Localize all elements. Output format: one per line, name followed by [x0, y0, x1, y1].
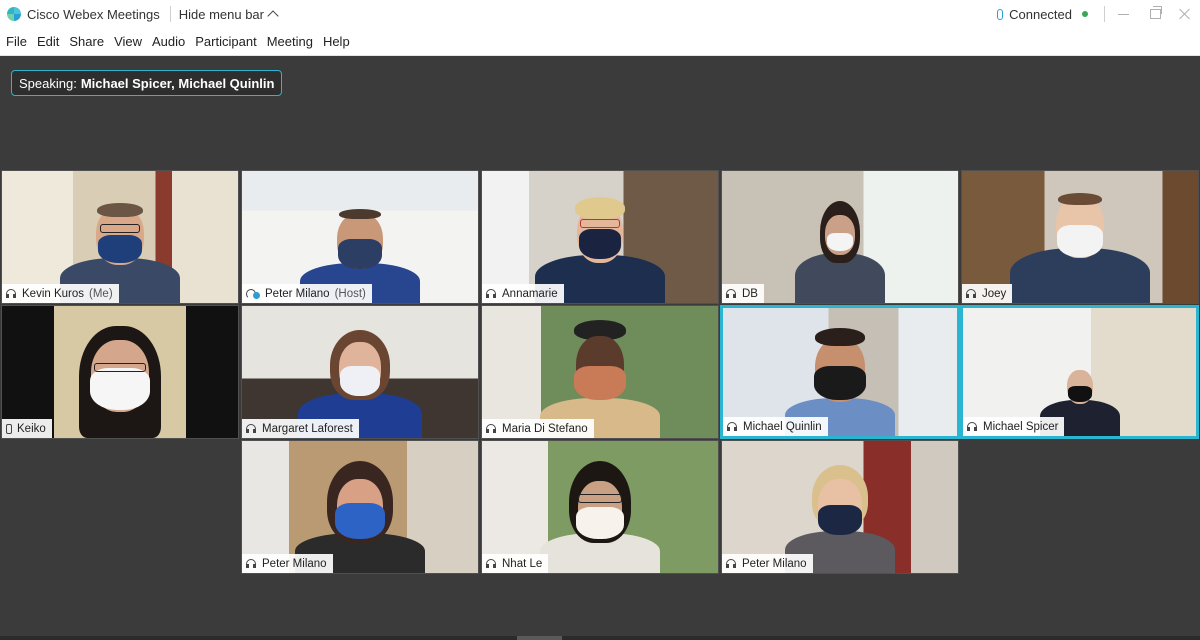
- participant-name: Maria Di Stefano: [502, 422, 588, 435]
- participant-name: Michael Spicer: [983, 420, 1059, 433]
- participant-video: [1010, 171, 1150, 303]
- participant-role: (Host): [334, 287, 366, 300]
- participant-name: Margaret Laforest: [262, 422, 353, 435]
- headset-icon: [486, 558, 497, 569]
- bottom-edge: [0, 636, 1200, 640]
- hide-menu-bar-label: Hide menu bar: [178, 6, 264, 22]
- participant-video: [55, 306, 185, 438]
- headset-icon: [726, 558, 737, 569]
- participant-name-label: Annamarie: [482, 284, 564, 303]
- minimize-button[interactable]: [1108, 0, 1138, 28]
- participant-name: Nhat Le: [502, 557, 543, 570]
- participant-name-label: Peter Milano: [722, 554, 813, 573]
- hide-menu-bar-button[interactable]: Hide menu bar: [178, 6, 279, 22]
- menu-bar: File Edit Share View Audio Participant M…: [0, 28, 1200, 56]
- menu-participant[interactable]: Participant: [190, 34, 261, 49]
- participant-role: (Me): [89, 287, 113, 300]
- status-dot-icon: [1082, 11, 1088, 17]
- participant-name: Keiko: [17, 422, 46, 435]
- participant-name: Peter Milano: [265, 287, 330, 300]
- menu-edit[interactable]: Edit: [32, 34, 64, 49]
- webex-logo-icon: [7, 7, 21, 21]
- speaking-names: Michael Spicer, Michael Quinlin: [80, 75, 275, 91]
- speaking-prefix: Speaking:: [19, 75, 77, 91]
- menu-view[interactable]: View: [109, 34, 147, 49]
- participant-name: Peter Milano: [262, 557, 327, 570]
- participant-name-label: Keiko: [2, 419, 52, 438]
- chevron-up-icon: [267, 10, 279, 22]
- video-tile[interactable]: Joey: [961, 170, 1199, 304]
- participant-name: Kevin Kuros: [22, 287, 85, 300]
- video-tile[interactable]: DB: [721, 170, 959, 304]
- menu-share[interactable]: Share: [64, 34, 109, 49]
- video-tile[interactable]: Nhat Le: [481, 440, 719, 574]
- connection-status[interactable]: Connected: [997, 0, 1088, 28]
- close-icon: [1179, 8, 1191, 20]
- video-tile-active-speaker[interactable]: Michael Quinlin: [720, 305, 960, 439]
- video-tile[interactable]: Peter Milano (Host): [241, 170, 479, 304]
- connection-status-label: Connected: [1009, 6, 1072, 22]
- headset-icon: [486, 423, 497, 434]
- video-tile[interactable]: Peter Milano: [721, 440, 959, 574]
- headset-icon: [727, 421, 738, 432]
- host-headset-icon: [246, 288, 260, 299]
- participant-name: Peter Milano: [742, 557, 807, 570]
- participant-name-label: Nhat Le: [482, 554, 549, 573]
- video-tile[interactable]: Peter Milano: [241, 440, 479, 574]
- restore-icon: [1149, 6, 1162, 19]
- participant-name: Michael Quinlin: [743, 420, 822, 433]
- close-button[interactable]: [1170, 0, 1200, 28]
- participant-name-label: Michael Spicer: [963, 417, 1065, 436]
- title-bar: Cisco Webex Meetings Hide menu bar Conne…: [0, 0, 1200, 28]
- participant-name: DB: [742, 287, 758, 300]
- video-tile[interactable]: Maria Di Stefano: [481, 305, 719, 439]
- menu-file[interactable]: File: [0, 34, 32, 49]
- headset-icon: [966, 288, 977, 299]
- phone-icon: [6, 423, 12, 434]
- participant-video: [775, 171, 905, 303]
- control-bar-handle[interactable]: [517, 636, 562, 640]
- menu-help[interactable]: Help: [318, 34, 355, 49]
- headset-icon: [726, 288, 737, 299]
- window-controls-divider: [1104, 6, 1105, 22]
- restore-button[interactable]: [1140, 0, 1170, 28]
- participant-name-label: Joey: [962, 284, 1013, 303]
- participant-name: Joey: [982, 287, 1007, 300]
- microphone-icon: [997, 8, 1004, 20]
- menu-meeting[interactable]: Meeting: [262, 34, 318, 49]
- participant-name-label: Peter Milano (Host): [242, 284, 372, 303]
- headset-icon: [246, 423, 257, 434]
- participant-name-label: DB: [722, 284, 764, 303]
- participant-name-label: Maria Di Stefano: [482, 419, 594, 438]
- participant-name: Annamarie: [502, 287, 558, 300]
- minimize-icon: [1117, 13, 1129, 15]
- video-tile-active-speaker[interactable]: Michael Spicer: [960, 305, 1199, 439]
- menu-audio[interactable]: Audio: [147, 34, 190, 49]
- video-tile[interactable]: Kevin Kuros (Me): [1, 170, 239, 304]
- participant-name-label: Peter Milano: [242, 554, 333, 573]
- participant-name-label: Kevin Kuros (Me): [2, 284, 119, 303]
- headset-icon: [6, 288, 17, 299]
- video-tile[interactable]: Annamarie: [481, 170, 719, 304]
- participant-name-label: Michael Quinlin: [723, 417, 828, 436]
- speaking-indicator: Speaking: Michael Spicer, Michael Quinli…: [11, 70, 283, 96]
- title-divider: [169, 6, 171, 22]
- video-tile[interactable]: Margaret Laforest: [241, 305, 479, 439]
- headset-icon: [486, 288, 497, 299]
- participant-video: [535, 441, 665, 573]
- app-title: Cisco Webex Meetings: [27, 6, 160, 22]
- headset-icon: [246, 558, 257, 569]
- headset-icon: [967, 421, 978, 432]
- participant-name-label: Margaret Laforest: [242, 419, 359, 438]
- video-tile[interactable]: Keiko: [1, 305, 239, 439]
